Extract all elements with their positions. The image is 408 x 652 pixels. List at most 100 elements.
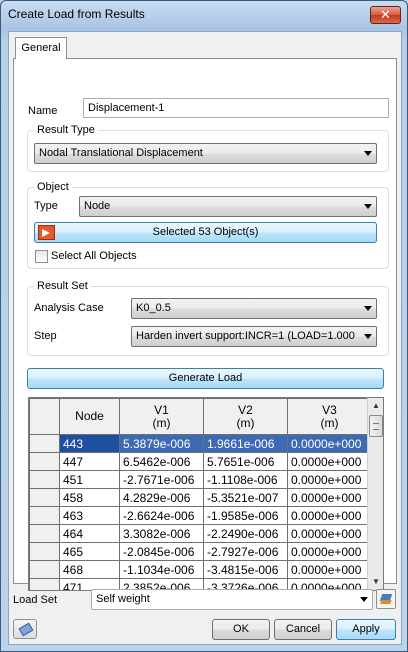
- scroll-down-icon[interactable]: ▼: [368, 574, 383, 590]
- result-type-group: Result Type Nodal Translational Displace…: [27, 124, 389, 172]
- cell-node[interactable]: 458: [59, 488, 120, 507]
- step-select[interactable]: Harden invert support:INCR=1 (LOAD=1.000: [131, 326, 377, 347]
- table-vertical-scrollbar[interactable]: ▲ ▼: [367, 398, 383, 590]
- cell-v2[interactable]: -1.1108e-006: [203, 470, 288, 489]
- result-type-value: Nodal Translational Displacement: [39, 147, 203, 159]
- result-type-title: Result Type: [34, 124, 98, 136]
- cell-v1[interactable]: 3.3082e-006: [119, 524, 204, 543]
- cell-node[interactable]: 468: [59, 560, 120, 579]
- selected-objects-label: Selected 53 Object(s): [152, 226, 259, 238]
- table-row[interactable]: 463 -2.6624e-006 -1.9585e-006 0.0000e+00…: [29, 506, 372, 525]
- row-header[interactable]: [29, 434, 60, 453]
- cell-v1[interactable]: 6.5462e-006: [119, 452, 204, 471]
- select-all-label: Select All Objects: [51, 250, 137, 262]
- cell-node[interactable]: 463: [59, 506, 120, 525]
- row-header[interactable]: [29, 506, 60, 525]
- cell-node[interactable]: 464: [59, 524, 120, 543]
- row-header[interactable]: [29, 524, 60, 543]
- cell-v3[interactable]: 0.0000e+000: [287, 434, 372, 453]
- cell-v3[interactable]: 0.0000e+000: [287, 542, 372, 561]
- row-header[interactable]: [29, 470, 60, 489]
- chevron-down-icon: [364, 306, 372, 311]
- select-all-checkbox[interactable]: [35, 250, 48, 263]
- window-title: Create Load from Results: [8, 7, 145, 21]
- cell-node[interactable]: 447: [59, 452, 120, 471]
- scroll-up-icon[interactable]: ▲: [368, 398, 383, 414]
- cell-v3[interactable]: 0.0000e+000: [287, 506, 372, 525]
- eraser-icon[interactable]: [13, 619, 37, 639]
- chevron-down-icon: [364, 204, 372, 209]
- table-row[interactable]: 465 -2.0845e-006 -2.7927e-006 0.0000e+00…: [29, 542, 372, 561]
- load-set-manager-icon[interactable]: [376, 589, 396, 609]
- column-header-v2[interactable]: V2 (m): [203, 398, 288, 435]
- load-set-select[interactable]: Self weight: [91, 589, 373, 610]
- cell-v2[interactable]: 1.9661e-006: [203, 434, 288, 453]
- results-table-grid: Node V1 (m) V2 (m) V3 (m) 443 5.3879e-006 1…: [29, 398, 372, 590]
- analysis-case-label: Analysis Case: [34, 302, 104, 314]
- step-value: Harden invert support:INCR=1 (LOAD=1.000: [136, 330, 355, 342]
- chevron-down-icon: [360, 597, 368, 602]
- result-type-select[interactable]: Nodal Translational Displacement: [34, 143, 377, 164]
- cell-v1[interactable]: 4.2829e-006: [119, 488, 204, 507]
- ok-button[interactable]: OK: [212, 619, 270, 640]
- cell-v3[interactable]: 0.0000e+000: [287, 560, 372, 579]
- cell-v1[interactable]: 5.3879e-006: [119, 434, 204, 453]
- result-set-title: Result Set: [34, 280, 91, 292]
- select-arrow-icon: [38, 225, 55, 240]
- row-header[interactable]: [29, 578, 60, 590]
- cell-v1[interactable]: -2.0845e-006: [119, 542, 204, 561]
- table-row[interactable]: 443 5.3879e-006 1.9661e-006 0.0000e+000: [29, 434, 372, 453]
- cell-v1[interactable]: -2.7671e-006: [119, 470, 204, 489]
- analysis-case-value: K0_0.5: [136, 302, 171, 314]
- load-set-value: Self weight: [96, 593, 150, 605]
- table-header-row: Node V1 (m) V2 (m) V3 (m): [29, 398, 372, 435]
- row-header-corner: [29, 398, 60, 435]
- cell-v3[interactable]: 0.0000e+000: [287, 470, 372, 489]
- tab-general[interactable]: General: [15, 37, 67, 59]
- cell-node[interactable]: 465: [59, 542, 120, 561]
- table-row[interactable]: 464 3.3082e-006 -2.2490e-006 0.0000e+000: [29, 524, 372, 543]
- column-header-v3[interactable]: V3 (m): [287, 398, 372, 435]
- result-set-group: Result Set Analysis Case K0_0.5 Step Har…: [27, 280, 389, 356]
- selected-objects-button[interactable]: Selected 53 Object(s): [34, 222, 377, 243]
- cell-v2[interactable]: -1.9585e-006: [203, 506, 288, 525]
- analysis-case-select[interactable]: K0_0.5: [131, 298, 377, 319]
- cell-node[interactable]: 451: [59, 470, 120, 489]
- table-row[interactable]: 458 4.2829e-006 -5.3521e-007 0.0000e+000: [29, 488, 372, 507]
- title-bar: Create Load from Results ✕: [1, 1, 407, 29]
- close-button[interactable]: ✕: [370, 6, 401, 24]
- column-header-v1[interactable]: V1 (m): [119, 398, 204, 435]
- cell-v2[interactable]: -5.3521e-007: [203, 488, 288, 507]
- object-group: Object Type Node Selected 53 Object(s) S…: [27, 181, 389, 269]
- cell-v3[interactable]: 0.0000e+000: [287, 488, 372, 507]
- row-header[interactable]: [29, 542, 60, 561]
- type-select[interactable]: Node: [79, 196, 377, 217]
- scroll-thumb[interactable]: [369, 415, 383, 437]
- cell-v2[interactable]: -2.7927e-006: [203, 542, 288, 561]
- cell-v2[interactable]: -3.4815e-006: [203, 560, 288, 579]
- table-row[interactable]: 451 -2.7671e-006 -1.1108e-006 0.0000e+00…: [29, 470, 372, 489]
- apply-button[interactable]: Apply: [336, 619, 396, 640]
- cell-v1[interactable]: -2.6624e-006: [119, 506, 204, 525]
- name-label: Name: [28, 105, 58, 117]
- table-row[interactable]: 447 6.5462e-006 5.7651e-006 0.0000e+000: [29, 452, 372, 471]
- row-header[interactable]: [29, 488, 60, 507]
- cell-v2[interactable]: 5.7651e-006: [203, 452, 288, 471]
- dialog-window: Create Load from Results ✕ General Name …: [0, 0, 408, 652]
- general-panel: Name Displacement-1 Result Type Nodal Tr…: [13, 58, 397, 591]
- chevron-down-icon: [364, 334, 372, 339]
- cell-node[interactable]: 443: [59, 434, 120, 453]
- type-label: Type: [34, 200, 58, 212]
- object-title: Object: [34, 181, 72, 193]
- table-row[interactable]: 468 -1.1034e-006 -3.4815e-006 0.0000e+00…: [29, 560, 372, 579]
- row-header[interactable]: [29, 560, 60, 579]
- name-input[interactable]: Displacement-1: [83, 98, 389, 118]
- cancel-button[interactable]: Cancel: [274, 619, 332, 640]
- cell-v3[interactable]: 0.0000e+000: [287, 452, 372, 471]
- cell-v3[interactable]: 0.0000e+000: [287, 524, 372, 543]
- column-header-node[interactable]: Node: [59, 398, 120, 435]
- generate-load-button[interactable]: Generate Load: [27, 368, 384, 389]
- row-header[interactable]: [29, 452, 60, 471]
- cell-v1[interactable]: -1.1034e-006: [119, 560, 204, 579]
- cell-v2[interactable]: -2.2490e-006: [203, 524, 288, 543]
